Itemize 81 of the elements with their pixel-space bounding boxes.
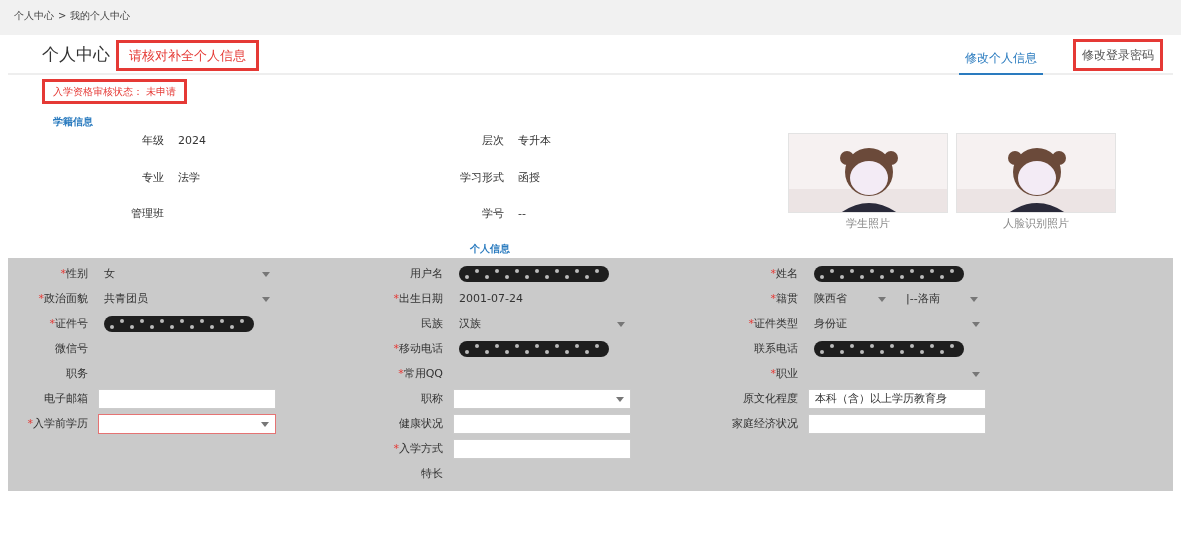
input-field[interactable]: [808, 414, 986, 434]
caret-icon: [261, 421, 269, 427]
required-mark: *: [393, 441, 399, 455]
caret-icon: [970, 296, 978, 302]
section-heading: 个人信息: [470, 241, 511, 256]
field-label: 职务: [66, 366, 88, 380]
field-label: 学习形式: [459, 169, 504, 186]
field-label: 专业: [141, 169, 164, 186]
field-label: 性别: [66, 266, 88, 280]
required-mark: *: [770, 266, 776, 280]
required-mark: *: [748, 316, 754, 330]
required-mark: *: [398, 366, 404, 380]
field-label: 联系电话: [754, 341, 798, 355]
field-label: 姓名: [776, 266, 798, 280]
field-label: 学号: [481, 206, 504, 222]
caret-icon: [972, 371, 980, 377]
page-title: 个人中心: [42, 42, 110, 66]
field-label: 入学前学历: [33, 416, 88, 430]
select-field[interactable]: [98, 414, 276, 434]
field-label: 民族: [421, 316, 443, 330]
field-value: 2001-07-24: [458, 290, 524, 307]
field-label: 健康状况: [399, 416, 443, 430]
field-label: 职业: [776, 366, 798, 380]
caret-icon: [878, 296, 886, 302]
select-field[interactable]: 共青团员: [98, 289, 276, 309]
caret-icon: [617, 321, 625, 327]
field-value: 法学: [178, 169, 200, 186]
required-mark: *: [770, 291, 776, 305]
field-label: 入学方式: [399, 441, 443, 455]
field-value: 2024: [178, 133, 206, 149]
field-label: 原文化程度: [743, 391, 798, 405]
field-label: 电子邮箱: [44, 391, 88, 405]
required-mark: *: [393, 341, 399, 355]
breadcrumb-item[interactable]: 个人中心: [14, 8, 54, 23]
tab[interactable]: 修改登录密码: [1073, 39, 1163, 71]
select-field[interactable]: 女: [98, 264, 276, 284]
field-label: 层次: [481, 133, 504, 149]
field-label: 常用QQ: [403, 366, 443, 380]
field-value: 函授: [518, 169, 540, 186]
field-label: 证件号: [55, 316, 88, 330]
field-label: 出生日期: [399, 291, 443, 305]
caret-icon: [262, 296, 270, 302]
required-mark: *: [49, 316, 55, 330]
field-label: 政治面貌: [44, 291, 88, 305]
field-value: 专升本: [518, 133, 551, 149]
field-label: 微信号: [55, 341, 88, 355]
breadcrumb-item: 我的个人中心: [70, 9, 131, 23]
caret-icon: [616, 396, 624, 402]
field-label: 特长: [421, 466, 443, 480]
required-mark: *: [60, 266, 66, 280]
field-label: 管理班: [130, 206, 164, 222]
caret-icon: [262, 271, 270, 277]
required-mark: *: [393, 291, 399, 305]
photo-caption: 学生照片: [845, 216, 891, 232]
field-value: --: [518, 206, 526, 222]
caret-icon: [972, 321, 980, 327]
tab[interactable]: 修改个人信息: [959, 45, 1043, 75]
field-label: 证件类型: [754, 316, 798, 330]
input-field[interactable]: [453, 414, 631, 434]
select-field[interactable]: 陕西省: [808, 289, 892, 309]
field-label: 年级: [141, 133, 164, 149]
required-mark: *: [770, 366, 776, 380]
field-label: 用户名: [410, 266, 443, 280]
input-field[interactable]: 本科（含）以上学历教育身: [808, 389, 986, 409]
field-label: 移动电话: [399, 341, 443, 355]
required-mark: *: [38, 291, 44, 305]
required-mark: *: [27, 416, 33, 430]
notice-text: 请核对补全个人信息: [116, 39, 259, 71]
field-label: 职称: [421, 391, 443, 405]
select-field[interactable]: |--洛南: [900, 289, 984, 309]
status-text: 入学资格审核状态： 未申请: [42, 79, 188, 104]
field-label: 家庭经济状况: [732, 416, 798, 430]
photo-caption: 人脸识别照片: [1002, 216, 1070, 232]
section-heading: 学籍信息: [53, 115, 94, 129]
input-field[interactable]: [98, 389, 276, 409]
field-label: 籍贯: [776, 291, 798, 305]
breadcrumb-separator: >: [58, 9, 67, 23]
input-field[interactable]: [453, 439, 631, 459]
select-field[interactable]: 汉族: [453, 314, 631, 334]
select-field[interactable]: [453, 389, 631, 409]
select-field[interactable]: 身份证: [808, 314, 986, 334]
